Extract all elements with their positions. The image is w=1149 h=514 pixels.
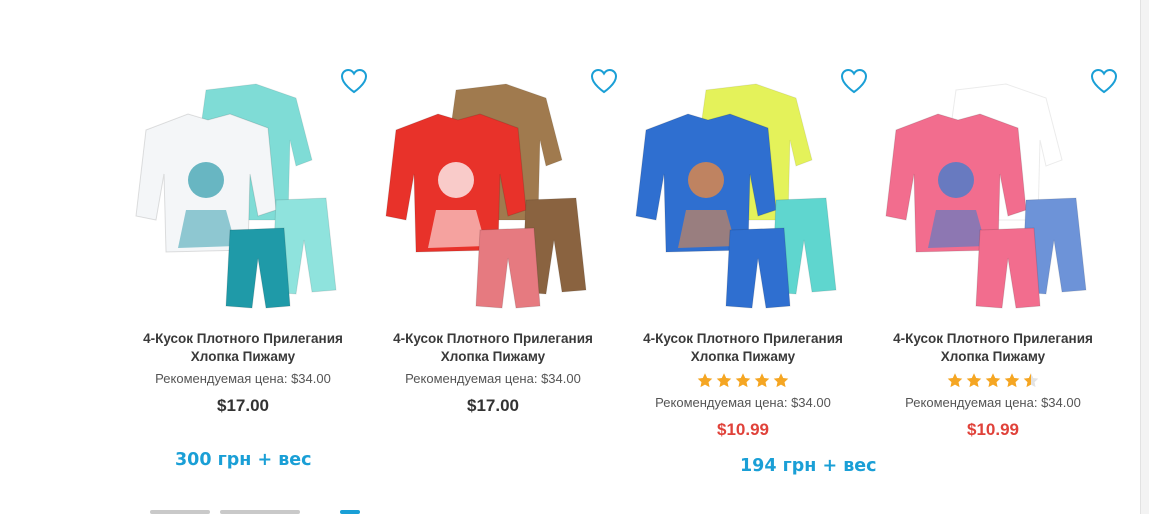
sale-price: $10.99 xyxy=(967,420,1019,439)
star-icon xyxy=(946,372,964,389)
product-title[interactable]: 4-Кусок Плотного Прилегания Хлопка Пижаму xyxy=(118,330,368,366)
star-icon xyxy=(715,372,733,389)
retail-price: Рекомендуемая цена: $34.00 xyxy=(655,395,831,410)
product-title-line-2: Хлопка Пижаму xyxy=(190,349,296,364)
product-title-line-1: 4-Кусок Плотного Прилегания xyxy=(143,331,343,346)
sale-price: $10.99 xyxy=(717,420,769,439)
rating-stars[interactable] xyxy=(618,372,868,390)
product-title-line-2: Хлопка Пижаму xyxy=(940,349,1046,364)
page-scrollbar[interactable] xyxy=(1140,0,1149,514)
star-icon xyxy=(772,372,790,389)
star-icon xyxy=(965,372,983,389)
product-title-line-1: 4-Кусок Плотного Прилегания xyxy=(393,331,593,346)
star-icon xyxy=(734,372,752,389)
product-title[interactable]: 4-Кусок Плотного Прилегания Хлопка Пижаму xyxy=(368,330,618,366)
pajama-set-image[interactable] xyxy=(126,70,350,310)
handwritten-price-note-2: 194 грн + вес xyxy=(740,456,877,476)
retail-price: Рекомендуемая цена: $34.00 xyxy=(155,371,331,386)
pajama-set-image[interactable] xyxy=(626,70,850,310)
product-card[interactable]: 4-Кусок Плотного Прилегания Хлопка Пижаму… xyxy=(118,60,368,460)
product-grid: 4-Кусок Плотного Прилегания Хлопка Пижаму… xyxy=(118,60,1118,480)
star-icon xyxy=(1022,372,1040,389)
pajama-set-image[interactable] xyxy=(376,70,600,310)
rating-stars[interactable] xyxy=(868,372,1118,390)
product-card[interactable]: 4-Кусок Плотного Прилегания Хлопка Пижаму… xyxy=(618,60,868,460)
next-row-peek xyxy=(150,505,380,514)
star-icon xyxy=(696,372,714,389)
pajama-set-image[interactable] xyxy=(876,70,1100,310)
handwritten-price-note-1: 300 грн + вес xyxy=(175,450,312,470)
sale-price: $17.00 xyxy=(467,396,519,415)
sale-price: $17.00 xyxy=(217,396,269,415)
retail-price: Рекомендуемая цена: $34.00 xyxy=(905,395,1081,410)
product-card[interactable]: 4-Кусок Плотного Прилегания Хлопка Пижаму… xyxy=(368,60,618,460)
product-title-line-2: Хлопка Пижаму xyxy=(440,349,546,364)
product-title-line-1: 4-Кусок Плотного Прилегания xyxy=(893,331,1093,346)
product-title-line-2: Хлопка Пижаму xyxy=(690,349,796,364)
product-card[interactable]: 4-Кусок Плотного Прилегания Хлопка Пижаму… xyxy=(868,60,1118,460)
star-icon xyxy=(753,372,771,389)
product-title[interactable]: 4-Кусок Плотного Прилегания Хлопка Пижаму xyxy=(868,330,1118,366)
product-title-line-1: 4-Кусок Плотного Прилегания xyxy=(643,331,843,346)
product-title[interactable]: 4-Кусок Плотного Прилегания Хлопка Пижаму xyxy=(618,330,868,366)
star-icon xyxy=(984,372,1002,389)
star-icon xyxy=(1003,372,1021,389)
retail-price: Рекомендуемая цена: $34.00 xyxy=(405,371,581,386)
